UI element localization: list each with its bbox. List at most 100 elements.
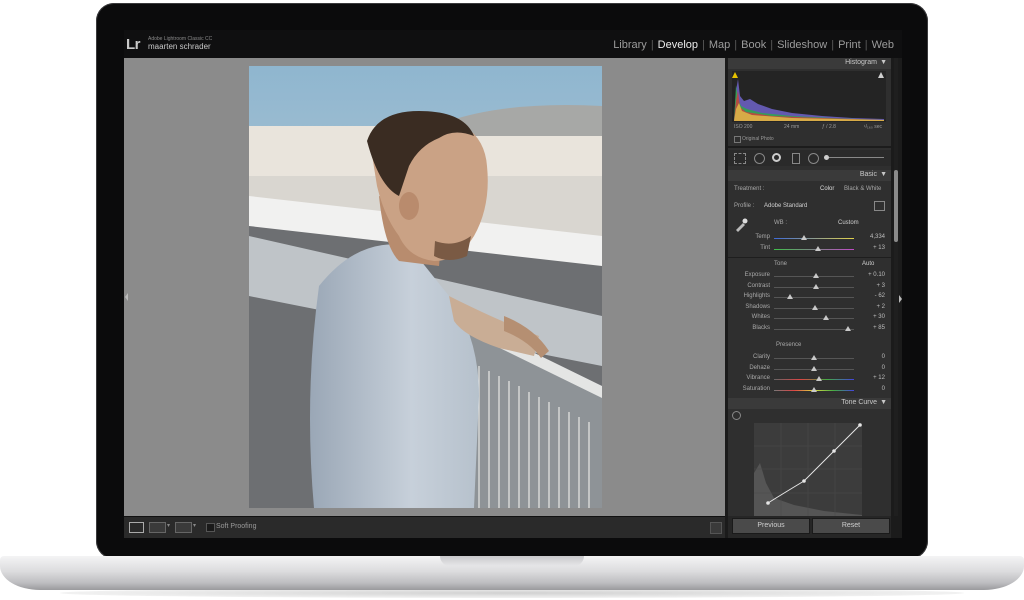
auto-tone-button[interactable]: Auto — [862, 261, 874, 267]
lightroom-logo: Lr — [126, 36, 141, 53]
slider-knob[interactable] — [844, 325, 851, 331]
temp-slider-row: Temp 4,334 — [728, 234, 891, 243]
basic-header[interactable]: Basic ▼ — [728, 170, 891, 181]
slider-value[interactable]: 0 — [882, 386, 885, 392]
laptop-notch — [440, 556, 584, 566]
presence-slider-row: Dehaze 0 — [728, 365, 891, 374]
wb-dropdown[interactable]: Custom — [838, 220, 859, 226]
slider-value[interactable]: + 85 — [873, 325, 885, 331]
slider-label: Contrast — [747, 282, 770, 289]
slider-value[interactable]: 0 — [882, 354, 885, 360]
slider-knob[interactable] — [811, 304, 818, 310]
graduated-filter-icon[interactable] — [792, 153, 800, 164]
reset-button[interactable]: Reset — [812, 518, 890, 534]
original-photo-checkbox[interactable] — [734, 136, 741, 143]
collapse-triangle-icon[interactable]: ▼ — [880, 171, 887, 178]
slider-label: Blacks — [752, 324, 770, 331]
slider-track[interactable] — [774, 328, 854, 330]
slider-knob[interactable] — [811, 386, 817, 392]
slider-label: Clarity — [752, 354, 770, 360]
photo-preview[interactable] — [249, 66, 602, 508]
slider-value[interactable]: + 3 — [876, 283, 885, 289]
panel-scroll-thumb[interactable] — [894, 170, 898, 242]
portrait-photo — [249, 66, 602, 508]
module-develop[interactable]: Develop — [654, 39, 702, 51]
presence-slider-row: Clarity 0 — [728, 354, 891, 363]
slider-track[interactable] — [774, 297, 854, 298]
crop-tool-icon[interactable] — [734, 153, 746, 164]
right-panel-toggle[interactable] — [899, 292, 902, 306]
slider-value[interactable]: + 2 — [876, 304, 885, 310]
tone-curve-chart — [754, 423, 862, 516]
histogram-graph[interactable] — [732, 71, 886, 122]
slider-value[interactable]: + 12 — [873, 375, 885, 381]
slider-knob[interactable] — [801, 235, 808, 240]
module-print[interactable]: Print — [834, 39, 865, 51]
module-book[interactable]: Book — [737, 39, 770, 51]
wb-label: WB : — [774, 220, 787, 226]
module-web[interactable]: Web — [868, 39, 898, 51]
treatment-bw-option[interactable]: Black & White — [844, 186, 881, 192]
slider-value[interactable]: - 62 — [875, 293, 885, 299]
module-slideshow[interactable]: Slideshow — [773, 39, 831, 51]
loupe-view-button[interactable] — [129, 522, 144, 533]
slider-knob[interactable] — [787, 294, 793, 299]
temp-track[interactable] — [774, 238, 854, 239]
wb-eyedropper-icon[interactable] — [734, 218, 748, 232]
slider-knob[interactable] — [812, 273, 819, 278]
slider-knob[interactable] — [815, 376, 822, 381]
slider-value[interactable]: + 0.10 — [868, 272, 885, 278]
dropdown-arrow-icon[interactable]: ▾ — [167, 522, 170, 529]
treatment-label: Treatment : — [734, 186, 765, 192]
develop-right-panel: Histogram ▼ ISO 200 24 mm ƒ / 2.8 ¹/₁₆₀ … — [728, 58, 891, 516]
treatment-color-option[interactable]: Color — [820, 186, 834, 192]
spot-removal-icon[interactable] — [754, 153, 765, 164]
tone-curve-header[interactable]: Tone Curve ▼ — [728, 398, 891, 409]
soft-proofing-checkbox[interactable] — [206, 523, 215, 532]
previous-button[interactable]: Previous — [732, 518, 810, 534]
slider-knob[interactable] — [815, 246, 821, 251]
presence-label: Presence — [776, 342, 802, 348]
radial-filter-icon[interactable] — [808, 153, 819, 164]
dropdown-arrow-icon[interactable]: ▾ — [193, 522, 196, 529]
panel-scrollbar[interactable] — [894, 58, 898, 516]
toolbar-menu-button[interactable] — [710, 522, 722, 534]
slider-track[interactable] — [774, 318, 854, 319]
slider-value[interactable]: 4,334 — [870, 234, 885, 240]
slider-value[interactable]: + 30 — [873, 314, 885, 320]
red-eye-icon[interactable] — [772, 153, 781, 162]
aperture-readout: ƒ / 2.8 — [822, 124, 836, 130]
module-library[interactable]: Library — [609, 39, 651, 51]
tone-curve-title: Tone Curve — [841, 399, 877, 406]
tone-curve-graph[interactable] — [754, 423, 862, 516]
tone-label: Tone — [774, 261, 788, 267]
identity-plate: maarten schrader — [148, 42, 211, 51]
basic-title: Basic — [859, 171, 877, 178]
brush-knob-icon[interactable] — [824, 155, 829, 160]
tint-track[interactable] — [774, 249, 854, 250]
slider-track[interactable] — [774, 379, 854, 380]
divider — [728, 257, 891, 258]
presence-slider-row: Saturation 0 — [728, 386, 891, 395]
iso-readout: ISO 200 — [734, 124, 753, 130]
slider-knob[interactable] — [811, 355, 817, 360]
slider-label: Tint — [760, 245, 770, 251]
histogram-header[interactable]: Histogram ▼ — [728, 58, 891, 69]
collapse-triangle-icon[interactable]: ▼ — [880, 59, 887, 66]
toolbar: ▾ ▾ Soft Proofing — [124, 516, 725, 538]
targeted-adjustment-icon[interactable] — [732, 411, 741, 420]
brush-slider-icon[interactable] — [824, 157, 884, 158]
slider-knob[interactable] — [812, 283, 819, 289]
slider-knob[interactable] — [811, 365, 817, 371]
slider-label: Highlights — [743, 293, 770, 299]
swap-settings-button[interactable] — [175, 522, 192, 533]
profile-dropdown[interactable]: Adobe Standard — [764, 203, 807, 209]
left-panel-toggle[interactable] — [124, 290, 129, 304]
profile-browser-icon[interactable] — [874, 201, 885, 211]
slider-value[interactable]: 0 — [882, 365, 885, 371]
module-map[interactable]: Map — [705, 39, 734, 51]
collapse-triangle-icon[interactable]: ▼ — [880, 399, 887, 406]
before-after-button[interactable] — [149, 522, 166, 533]
slider-value[interactable]: + 13 — [873, 245, 885, 251]
slider-knob[interactable] — [823, 315, 829, 320]
